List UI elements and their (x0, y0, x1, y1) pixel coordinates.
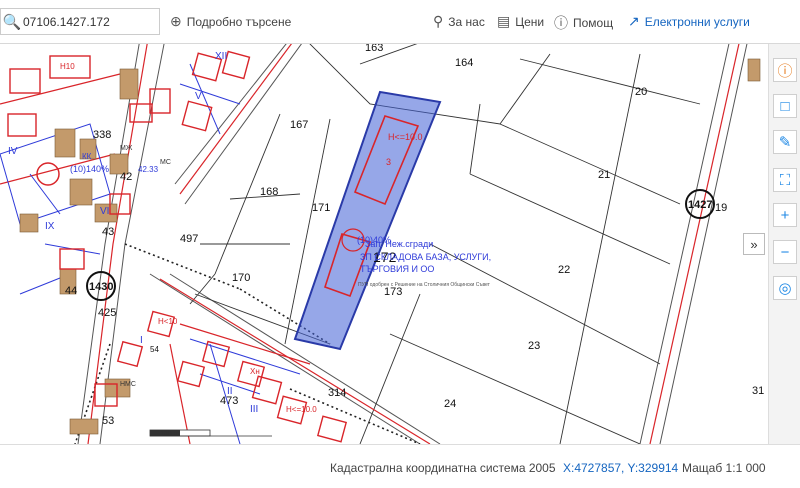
help-button[interactable]: ⓘ Помощ (554, 13, 613, 33)
parcel-label: 167 (290, 119, 308, 131)
expand-panel-button[interactable]: » (743, 233, 765, 255)
parcel-label: 53 (102, 415, 114, 427)
map-pin-icon: ⚲ (433, 13, 444, 29)
advanced-search-label: Подробно търсене (186, 14, 292, 29)
cadastral-map[interactable]: 163 164 20 167 168 171 170 173 21 22 23 … (0, 44, 768, 444)
prices-button[interactable]: ▤ Цени (497, 13, 544, 30)
parcel-label: 164 (455, 57, 473, 69)
about-button[interactable]: ⚲ За нас (433, 13, 485, 30)
parcel-label: 314 (328, 387, 346, 399)
parcel-label: 31 (752, 385, 764, 397)
search-box[interactable]: 🔍 (0, 8, 160, 35)
search-icon[interactable]: 🔍 (1, 13, 23, 31)
zone-label: II (227, 386, 233, 397)
building-number-label: 3 (386, 157, 391, 167)
zone-label: I (140, 335, 143, 346)
annotation-line: Зап. Неж.сгради (365, 239, 433, 249)
help-icon: ⓘ (554, 15, 568, 31)
cursor-coordinates: X:4727857, Y:329914 (563, 461, 679, 475)
zone-label: IX (45, 221, 55, 232)
parcel-label: 20 (635, 86, 647, 98)
zoom-out-button[interactable]: − (773, 240, 797, 264)
measure-tool-button[interactable]: ✎ (773, 130, 797, 154)
parcel-label: 19 (715, 202, 727, 214)
price-list-icon: ▤ (497, 13, 511, 29)
annotation-line: ТЪРГОВИЯ И ОО (360, 264, 434, 274)
info-icon: ⓘ (777, 62, 793, 80)
building-type-label: КК (82, 152, 92, 161)
building-type-label: МС (160, 159, 171, 166)
plus-icon: + (780, 206, 790, 224)
quarter-label: 1427 (688, 199, 712, 211)
locate-button[interactable]: ◎ (773, 276, 797, 300)
prices-label: Цени (515, 14, 545, 29)
zone-label: III (250, 404, 258, 415)
building-type-label: МЖ (120, 145, 133, 152)
building-type-label: Н<=10.0 (286, 405, 317, 414)
top-bar: 🔍 ⊕ Подробно търсене ⚲ За нас ▤ Цени ⓘ П… (0, 0, 800, 44)
map-tools-toolbar: ⓘ □ ✎ ⛶ + − ◎ (768, 44, 800, 444)
e-services-label: Електронни услуги (644, 14, 750, 29)
parcel-label: 22 (558, 264, 570, 276)
building-type-label: Н<10 (158, 317, 178, 326)
parcel-label: 43 (102, 226, 114, 238)
parcel-label: 170 (232, 272, 250, 284)
dashed-select-icon: □ (780, 97, 790, 115)
zone-label: XII (215, 51, 227, 62)
about-label: За нас (448, 14, 485, 29)
info-tool-button[interactable]: ⓘ (773, 58, 797, 82)
zoom-search-icon: ⊕ (170, 13, 182, 29)
parcel-label: 338 (93, 129, 111, 141)
double-chevron-right-icon: » (750, 236, 758, 252)
fullscreen-button[interactable]: ⛶ (773, 168, 797, 192)
e-services-button[interactable]: ↗ Електронни услуги (628, 13, 750, 30)
annotation-line: ЗП СКЛАДОВА БАЗА, УСЛУГИ, (360, 252, 491, 262)
parcel-label: 24 (444, 398, 456, 410)
select-tool-button[interactable]: □ (773, 94, 797, 118)
scale-bar-label: 100 m (160, 431, 180, 438)
coordinate-system-label: Кадастрална координатна система 2005 (330, 461, 556, 475)
search-input[interactable] (23, 14, 153, 29)
building-type-label: НМС (120, 381, 136, 388)
map-scale: Мащаб 1:1 000 (682, 461, 766, 475)
parcel-boundaries (189, 44, 701, 444)
parcel-label: 171 (312, 202, 330, 214)
ratio-label: (10)140% (70, 164, 109, 174)
parcel-label: 425 (98, 307, 116, 319)
zone-label: VI (100, 206, 109, 217)
building-type-label: Хн (250, 367, 260, 376)
parcel-label: 21 (598, 169, 610, 181)
fullscreen-icon: ⛶ (779, 171, 791, 189)
ratio-label: 42.33 (138, 165, 159, 174)
approval-note: ПУП одобрен с Решение на Столичния Общин… (358, 282, 491, 288)
parcel-label: 168 (260, 186, 278, 198)
parcel-label: 497 (180, 233, 198, 245)
parcel-label: 163 (365, 44, 383, 54)
ruler-icon: ✎ (778, 134, 792, 151)
parcel-label: 23 (528, 340, 540, 352)
building-type-label: Н10 (60, 62, 75, 71)
status-bar: Кадастрална координатна система 2005 X:4… (0, 444, 800, 488)
building-height-label: H<=10.0 (388, 132, 423, 142)
advanced-search-button[interactable]: ⊕ Подробно търсене (170, 13, 291, 30)
help-label: Помощ (573, 16, 614, 30)
parcel-label: 54 (150, 345, 159, 354)
zoom-in-button[interactable]: + (773, 203, 797, 227)
minus-icon: − (780, 243, 790, 261)
quarter-label: 1430 (89, 281, 113, 293)
external-link-icon: ↗ (628, 13, 640, 29)
zone-label: V (195, 91, 202, 102)
zone-label: IV (8, 146, 18, 157)
target-icon: ◎ (778, 280, 792, 297)
parcel-label: 44 (65, 285, 77, 297)
highlighted-parcel (293, 90, 442, 351)
parcel-label: 42 (120, 171, 132, 183)
